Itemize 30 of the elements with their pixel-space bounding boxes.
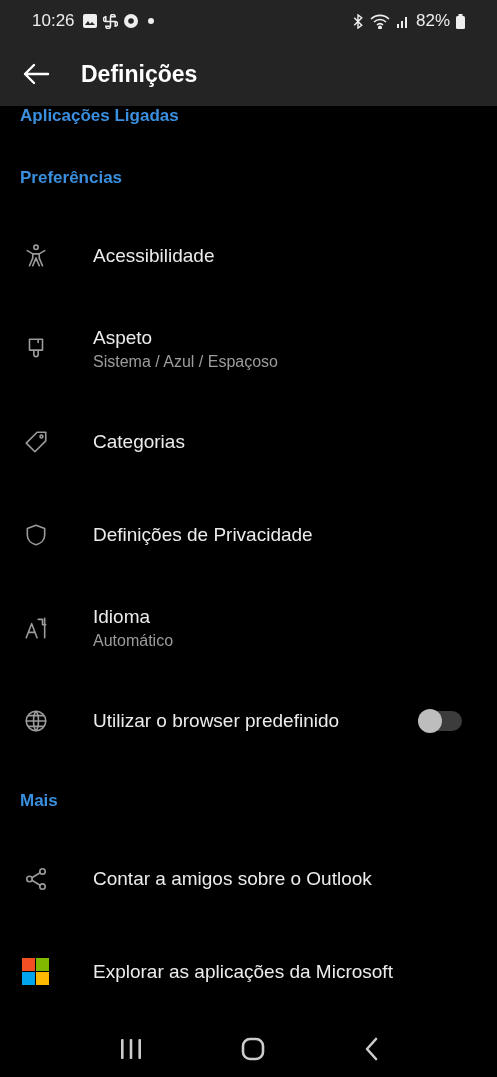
home-icon[interactable]: [241, 1037, 266, 1061]
setting-title[interactable]: Contar a amigos sobre o Outlook: [93, 867, 497, 890]
setting-title[interactable]: Definições de Privacidade: [93, 523, 497, 546]
wifi-icon: [369, 13, 390, 29]
setting-value: Sistema / Azul / Espaçoso: [93, 352, 279, 371]
screen-title: Definições: [81, 60, 198, 88]
signal-icon: [395, 14, 410, 28]
setting-title[interactable]: Aspeto: [93, 326, 497, 349]
translate-icon: [22, 614, 49, 641]
setting-title[interactable]: Categorias: [93, 430, 497, 453]
battery-icon: [456, 13, 465, 29]
battery-percent: 82%: [415, 11, 450, 31]
browser-icon: [123, 14, 138, 28]
back-button[interactable]: [22, 62, 50, 86]
setting-title[interactable]: Idioma: [93, 605, 497, 628]
back-icon[interactable]: [363, 1037, 378, 1061]
section-header: Mais: [19, 791, 59, 811]
gallery-icon: [82, 14, 97, 28]
toggle-switch[interactable]: [420, 710, 462, 731]
recent-apps-icon[interactable]: [119, 1038, 144, 1060]
globe-icon: [22, 707, 49, 734]
setting-value: Automático: [93, 631, 175, 650]
section-header: Aplicações Ligadas: [19, 106, 180, 126]
setting-title[interactable]: Utilizar o browser predefinido: [93, 709, 420, 732]
section-header: Preferências: [19, 168, 124, 188]
setting-title[interactable]: Explorar as aplicações da Microsoft: [93, 960, 497, 983]
app-grid-logo-icon: [22, 958, 49, 985]
status-time: 10:26: [32, 11, 75, 31]
bluetooth-icon: [351, 13, 364, 29]
setting-title[interactable]: Acessibilidade: [93, 244, 497, 267]
